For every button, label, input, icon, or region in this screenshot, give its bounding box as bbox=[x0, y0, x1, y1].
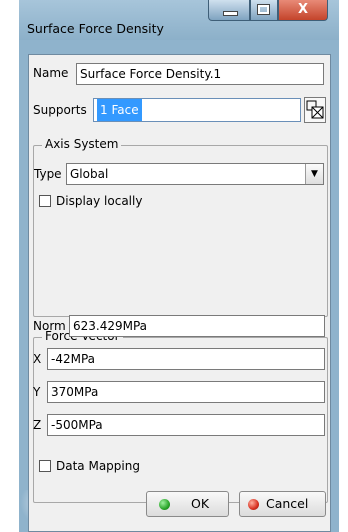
z-label: Z bbox=[33, 418, 42, 432]
display-locally-label: Display locally bbox=[56, 194, 143, 208]
y-field[interactable]: 370MPa bbox=[47, 381, 325, 403]
close-icon: X bbox=[297, 2, 309, 17]
ok-button[interactable]: OK bbox=[146, 491, 229, 517]
supports-label: Supports bbox=[33, 103, 87, 117]
type-select-value: Global bbox=[70, 167, 109, 181]
x-field[interactable]: -42MPa bbox=[47, 348, 325, 370]
ok-label: OK bbox=[191, 496, 210, 511]
cancel-button[interactable]: Cancel bbox=[239, 491, 326, 517]
maximize-button[interactable] bbox=[250, 0, 278, 21]
supports-field[interactable]: 1 Face bbox=[93, 98, 301, 122]
maximize-icon bbox=[257, 4, 270, 15]
minimize-icon bbox=[223, 11, 238, 16]
window-title: Surface Force Density bbox=[27, 21, 164, 36]
y-label: Y bbox=[33, 385, 41, 399]
name-field[interactable]: Surface Force Density.1 bbox=[76, 63, 324, 85]
axis-system-title: Axis System bbox=[42, 137, 122, 151]
norm-label: Norm bbox=[33, 319, 66, 333]
ok-icon bbox=[159, 499, 170, 510]
title-bar[interactable]: Surface Force Density X bbox=[19, 0, 339, 40]
minimize-button[interactable] bbox=[208, 0, 250, 21]
cancel-icon bbox=[248, 499, 259, 510]
data-mapping-label: Data Mapping bbox=[56, 459, 140, 473]
x-label: X bbox=[33, 352, 42, 366]
surface-force-density-dialog: Surface Force Density X Name Surface For… bbox=[19, 0, 339, 532]
chevron-down-icon[interactable]: ▼ bbox=[305, 164, 323, 184]
display-locally-checkbox[interactable] bbox=[39, 195, 51, 207]
norm-field[interactable]: 623.429MPa bbox=[69, 315, 325, 337]
dialog-body: Name Surface Force Density.1 Supports 1 … bbox=[28, 54, 331, 532]
cancel-label: Cancel bbox=[266, 496, 309, 511]
close-button[interactable]: X bbox=[278, 0, 328, 21]
type-label: Type bbox=[34, 167, 62, 181]
supports-value: 1 Face bbox=[97, 99, 142, 121]
type-select[interactable]: Global ▼ bbox=[66, 163, 324, 185]
face-selection-button[interactable] bbox=[304, 97, 326, 123]
face-selection-icon bbox=[306, 100, 324, 119]
z-field[interactable]: -500MPa bbox=[47, 414, 325, 436]
data-mapping-checkbox[interactable] bbox=[39, 460, 51, 472]
name-label: Name bbox=[33, 66, 69, 80]
